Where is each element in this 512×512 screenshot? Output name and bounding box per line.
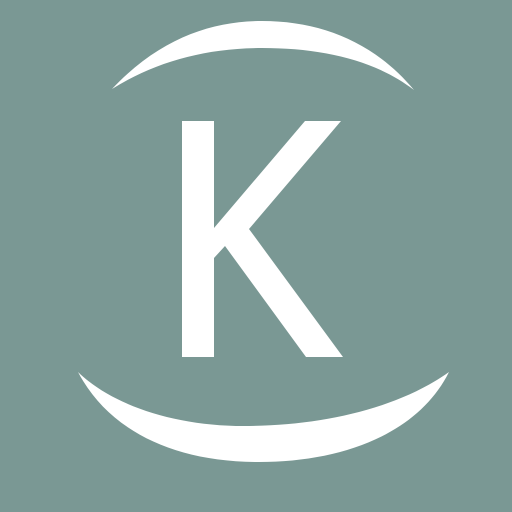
app-icon <box>0 0 512 512</box>
k-logo-icon <box>0 0 512 512</box>
